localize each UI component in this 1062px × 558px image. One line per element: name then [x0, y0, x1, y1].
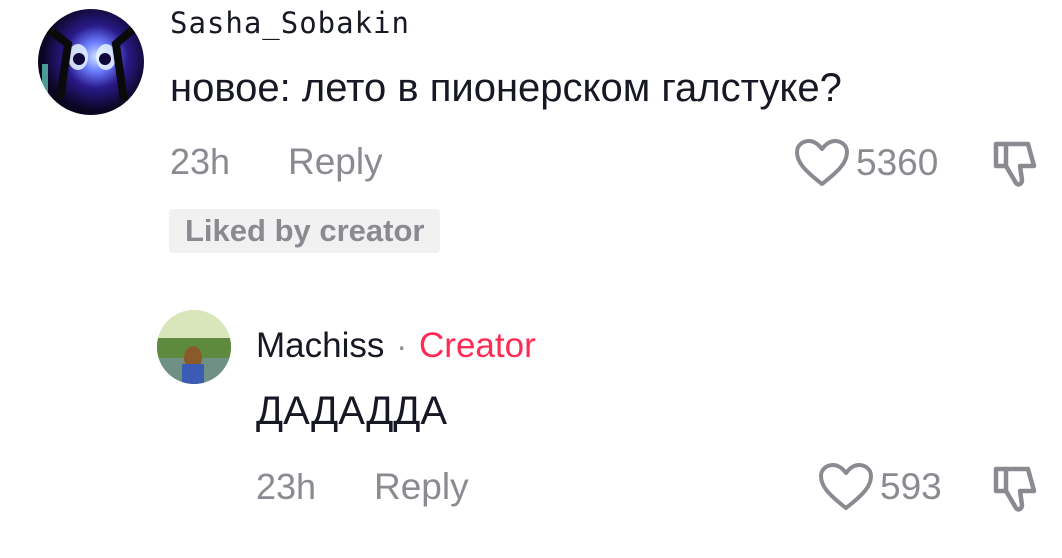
comment-time: 23h — [170, 141, 231, 182]
author-separator: · — [396, 327, 408, 364]
reply-dislike-button[interactable] — [990, 465, 1040, 518]
creator-tag: Creator — [419, 326, 536, 365]
reply-avatar-photo — [157, 310, 231, 384]
comment-text: новое: лето в пионерском галстуке? — [170, 66, 842, 110]
thumbs-down-icon — [993, 141, 1037, 187]
reply-like-button[interactable]: 593 — [818, 462, 942, 512]
reply-reply-button[interactable]: Reply — [374, 466, 469, 508]
thumbs-down-icon — [993, 466, 1037, 512]
avatar[interactable] — [38, 9, 144, 115]
reply-author-row: Machiss · Creator — [256, 326, 536, 366]
reply-avatar[interactable] — [157, 310, 231, 384]
reply-button[interactable]: Reply — [288, 141, 383, 183]
reply-username[interactable]: Machiss — [256, 326, 384, 366]
comment-thread: Sasha_Sobakin новое: лето в пионерском г… — [0, 0, 1062, 558]
heart-outline-icon — [819, 463, 873, 510]
reply-time: 23h — [256, 466, 317, 507]
reply-text: ДАДАДДА — [256, 389, 448, 433]
reply-like-count: 593 — [880, 466, 942, 507]
heart-outline-icon — [795, 139, 849, 186]
like-button[interactable]: 5360 — [794, 138, 938, 188]
dislike-button[interactable] — [990, 140, 1040, 193]
like-count: 5360 — [856, 142, 939, 183]
comment-username[interactable]: Sasha_Sobakin — [170, 6, 410, 40]
liked-by-creator-badge: Liked by creator — [169, 209, 441, 253]
avatar-art — [42, 25, 136, 102]
